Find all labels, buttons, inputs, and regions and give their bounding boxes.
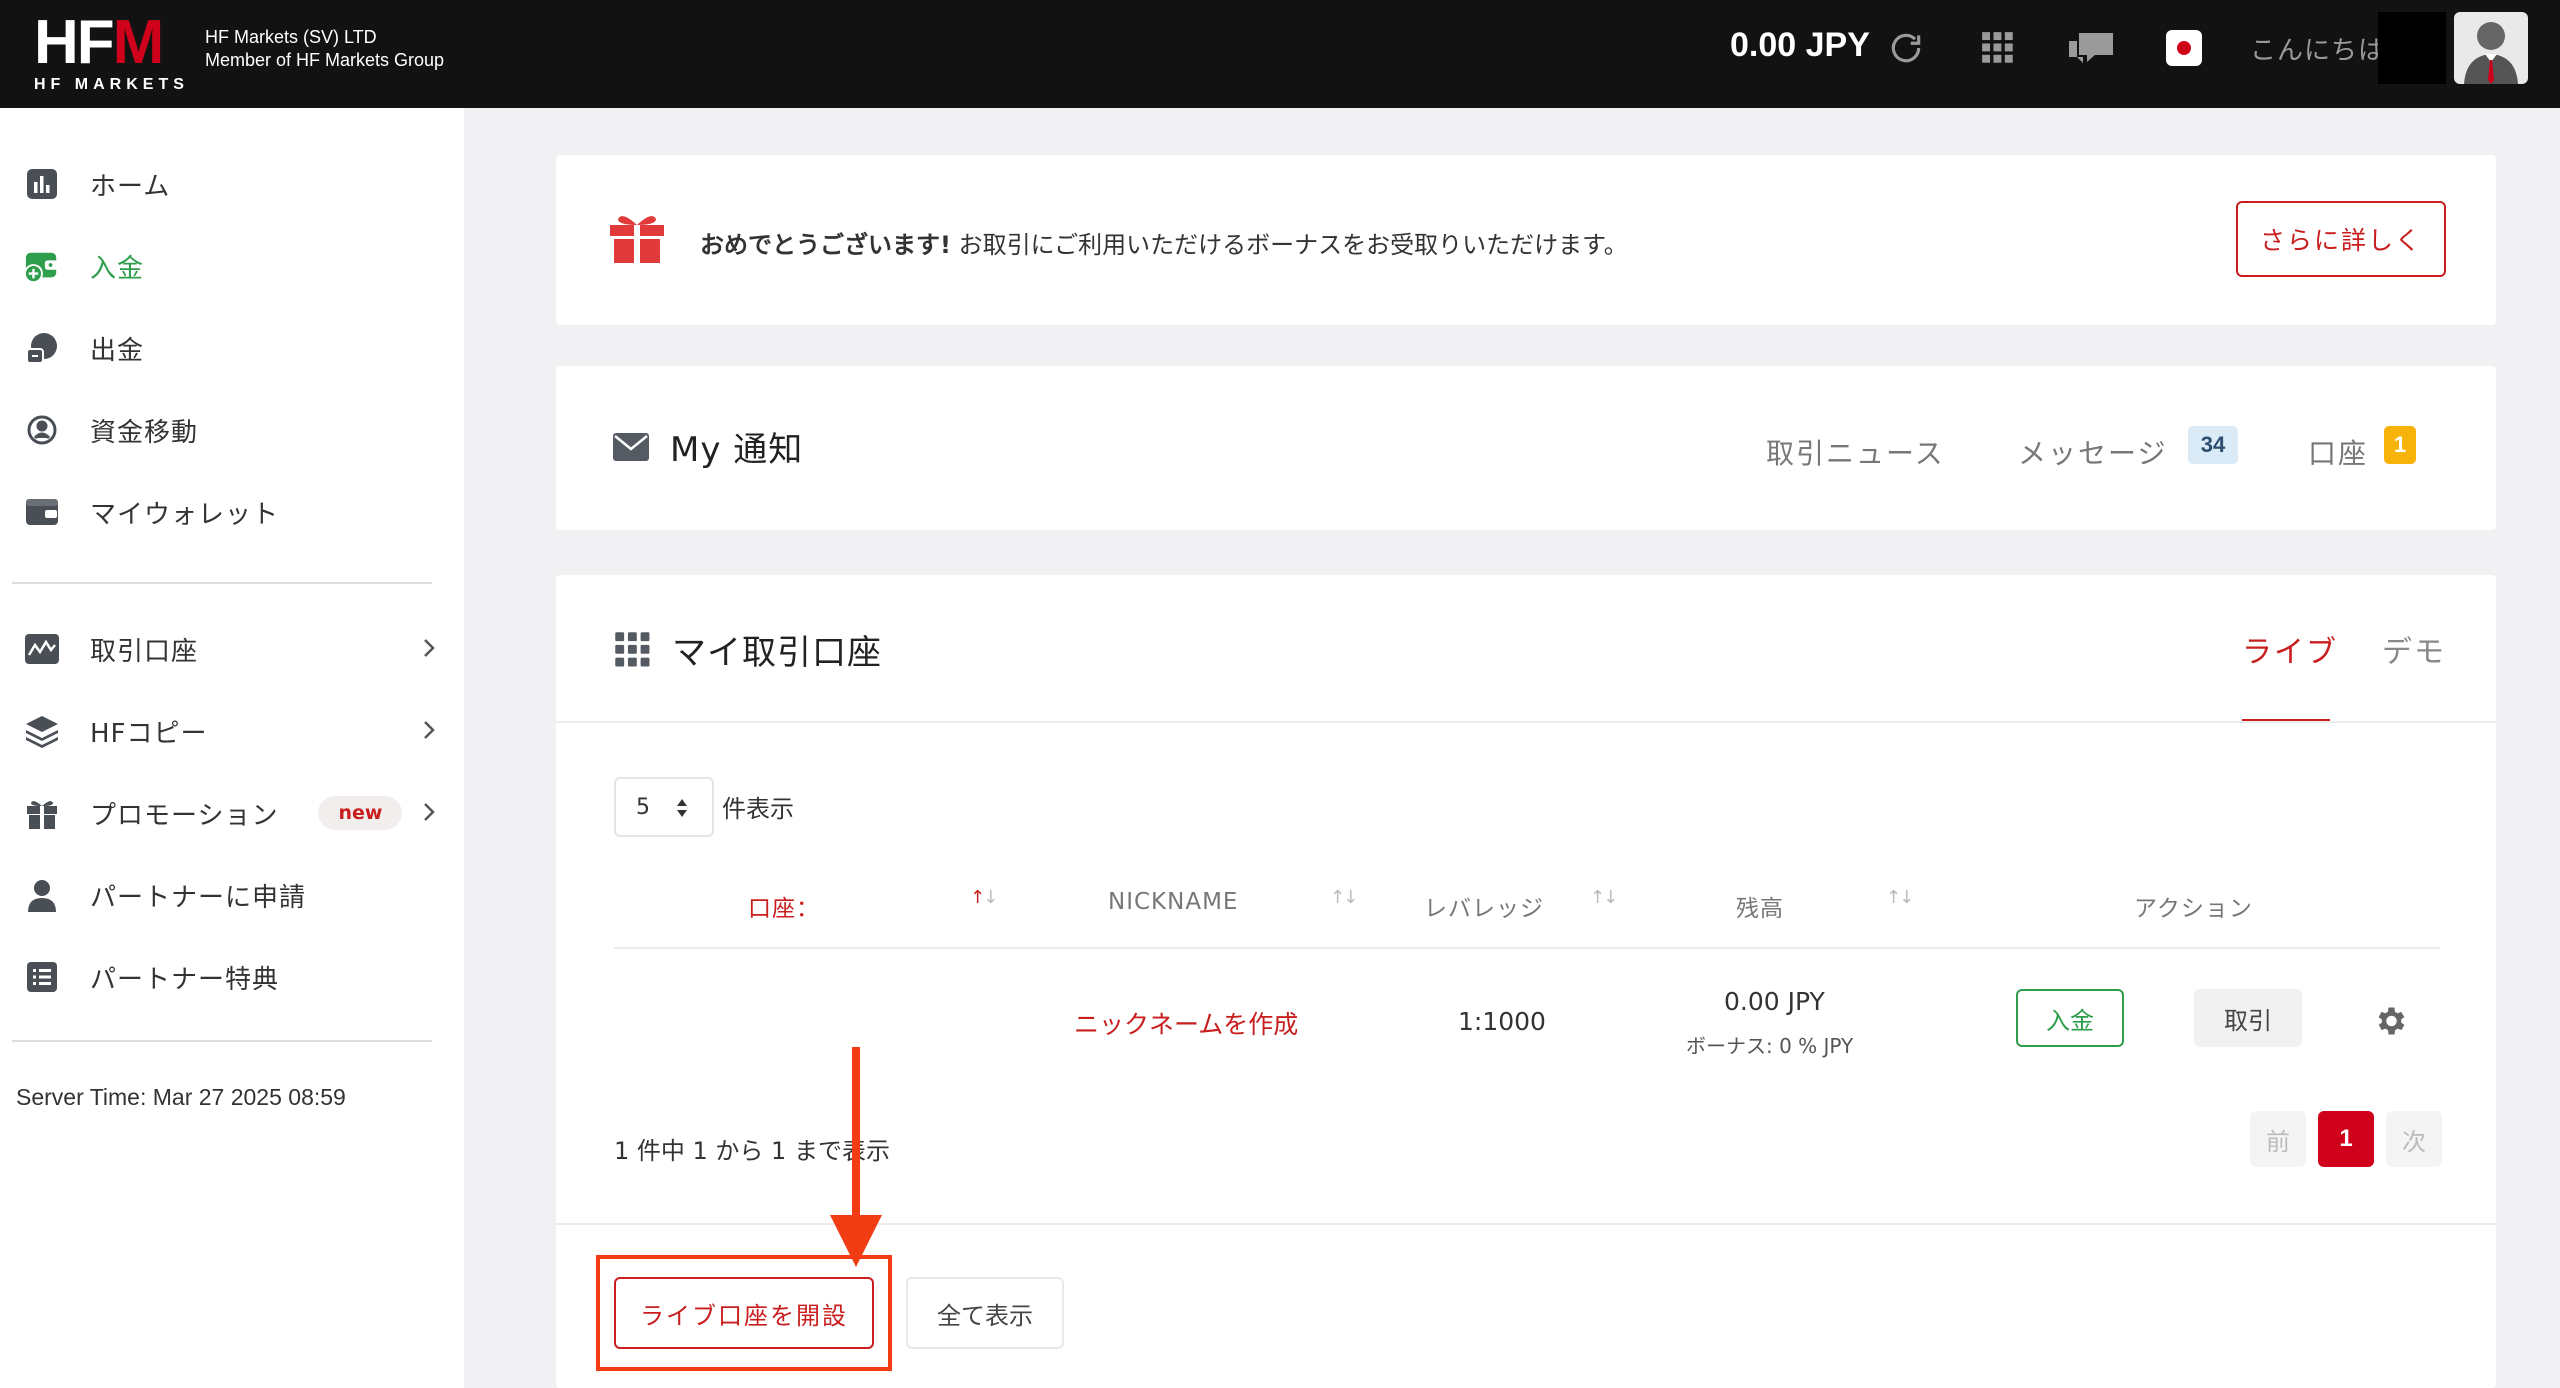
transfer-icon: [24, 412, 60, 448]
balance-display: 0.00 JPY: [1730, 26, 1870, 64]
wallet-add-icon: [24, 248, 60, 284]
pagination-page-1[interactable]: 1: [2318, 1111, 2374, 1167]
avatar[interactable]: [2454, 12, 2528, 84]
chevron-right-icon: [422, 801, 436, 827]
pagination-next[interactable]: 次: [2386, 1111, 2442, 1167]
gift-icon: [608, 209, 666, 267]
tab-demo[interactable]: デモ: [2382, 627, 2446, 671]
bonus-card: おめでとうございます! お取引にご利用いただけるボーナスをお受取りいただけます。…: [556, 155, 2496, 325]
user-icon: [24, 877, 60, 913]
bonus-congrats: おめでとうございます!: [700, 231, 951, 259]
sidebar-item-label: プロモーション: [90, 800, 279, 831]
column-leverage[interactable]: レバレッジ: [1424, 889, 1544, 923]
column-account[interactable]: 口座：: [748, 889, 820, 923]
trade-button[interactable]: 取引: [2194, 989, 2302, 1047]
new-badge: new: [318, 796, 403, 830]
column-balance[interactable]: 残高: [1736, 889, 1784, 923]
open-live-account-button[interactable]: ライブ口座を開設: [614, 1277, 874, 1349]
trade-news-link[interactable]: 取引ニュース: [1766, 432, 1945, 472]
wallet-icon: [24, 494, 60, 530]
sidebar-item-hf-copy[interactable]: HFコピー: [24, 701, 444, 761]
company-group: Member of HF Markets Group: [205, 50, 445, 70]
sort-icon[interactable]: ↑↓: [970, 887, 998, 908]
tab-live[interactable]: ライブ: [2242, 627, 2338, 671]
redacted-username: [2378, 12, 2446, 84]
tabs-divider: [556, 721, 2496, 723]
sidebar-item-promotion[interactable]: プロモーション new: [24, 783, 444, 843]
sidebar-item-home[interactable]: ホーム: [24, 154, 444, 214]
trading-accounts-title: マイ取引口座: [672, 633, 882, 673]
column-nickname[interactable]: NICKNAME: [1108, 889, 1238, 915]
annotation-arrow-icon: [830, 1047, 882, 1267]
sidebar-item-deposit[interactable]: 入金: [24, 236, 444, 296]
layers-icon: [24, 713, 60, 749]
withdraw-icon: [24, 330, 60, 366]
bonus-message: おめでとうございます! お取引にご利用いただけるボーナスをお受取りいただけます。: [700, 225, 1628, 260]
leverage-value: 1:1000: [1458, 1007, 1546, 1036]
page-size-suffix: 件表示: [722, 795, 794, 823]
accounts-count-badge: 1: [2384, 426, 2416, 464]
sort-updown-icon: [676, 797, 688, 825]
trading-account-icon: [24, 631, 60, 667]
company-name: HF Markets (SV) LTD: [205, 27, 377, 47]
table-header-divider: [614, 947, 2440, 949]
list-icon: [24, 959, 60, 995]
pagination-prev[interactable]: 前: [2250, 1111, 2306, 1167]
sidebar-item-my-wallet[interactable]: マイウォレット: [24, 482, 444, 542]
sort-icon[interactable]: ↑↓: [1590, 887, 1618, 908]
create-nickname-link[interactable]: ニックネームを作成: [1074, 1005, 1298, 1041]
sidebar-item-partner-benefits[interactable]: パートナー特典: [24, 947, 444, 1007]
balance-value: 0.00 JPY: [1724, 987, 1825, 1016]
deposit-button[interactable]: 入金: [2016, 989, 2124, 1047]
sidebar-divider: [12, 582, 432, 584]
sidebar-divider: [12, 1040, 432, 1042]
sort-icon[interactable]: ↑↓: [1330, 887, 1358, 908]
company-info: HF Markets (SV) LTD Member of HF Markets…: [205, 26, 444, 72]
chart-icon: [24, 166, 60, 202]
show-all-button[interactable]: 全て表示: [906, 1277, 1064, 1349]
sidebar-item-label: 入金: [90, 253, 145, 284]
learn-more-button[interactable]: さらに詳しく: [2236, 201, 2446, 277]
notifications-title: My 通知: [670, 430, 804, 470]
top-bar: HFM HF MARKETS HF Markets (SV) LTD Membe…: [0, 0, 2560, 108]
sidebar-item-label: ホーム: [90, 171, 171, 202]
refresh-icon[interactable]: [1886, 28, 1926, 68]
accounts-link[interactable]: 口座: [2308, 432, 2368, 472]
trading-accounts-card: マイ取引口座 ライブ デモ 5 件表示 口座： ↑↓ NICKNAME ↑↓ レ…: [556, 575, 2496, 1388]
apps-grid-icon[interactable]: [1978, 28, 2018, 68]
bonus-description: お取引にご利用いただけるボーナスをお受取りいただけます。: [950, 231, 1628, 259]
sidebar-item-label: パートナーに申請: [90, 882, 307, 913]
hfm-logo[interactable]: HFM HF MARKETS: [34, 12, 194, 94]
messages-count-badge: 34: [2188, 426, 2238, 464]
sidebar-item-transfer[interactable]: 資金移動: [24, 400, 444, 460]
gear-icon[interactable]: [2372, 1003, 2408, 1043]
japan-flag-icon[interactable]: [2166, 30, 2202, 66]
page-size-value: 5: [636, 794, 650, 820]
sidebar: ホーム 入金 出金 資金移動 マイウォレット 取引口座 HFコピー プロモーショ…: [0, 108, 464, 1388]
messages-link[interactable]: メッセージ: [2018, 432, 2167, 472]
gift-icon: [24, 795, 60, 831]
greeting-text: こんにちは: [2250, 36, 2386, 66]
sidebar-item-label: 取引口座: [90, 636, 199, 667]
sidebar-item-label: 資金移動: [90, 417, 199, 448]
sidebar-item-label: パートナー特典: [90, 964, 280, 995]
sidebar-item-label: マイウォレット: [90, 499, 280, 530]
column-action: アクション: [2134, 896, 2253, 922]
server-time: Server Time: Mar 27 2025 08:59: [16, 1084, 346, 1110]
mail-icon: [612, 432, 650, 466]
page-size-select[interactable]: 5: [614, 777, 714, 837]
sort-icon[interactable]: ↑↓: [1886, 887, 1914, 908]
sidebar-item-partner-apply[interactable]: パートナーに申請: [24, 865, 444, 925]
notifications-card: My 通知 取引ニュース メッセージ 34 口座 1: [556, 366, 2496, 530]
sidebar-item-label: HFコピー: [90, 718, 208, 749]
chevron-right-icon: [422, 637, 436, 663]
chat-icon[interactable]: [2064, 26, 2118, 70]
grid-icon: [614, 631, 652, 673]
sidebar-item-label: 出金: [90, 335, 145, 366]
sidebar-item-trading-accounts[interactable]: 取引口座: [24, 619, 444, 679]
bonus-value: ボーナス: 0 % JPY: [1686, 1034, 1854, 1058]
chevron-right-icon: [422, 719, 436, 745]
sidebar-item-withdraw[interactable]: 出金: [24, 318, 444, 378]
